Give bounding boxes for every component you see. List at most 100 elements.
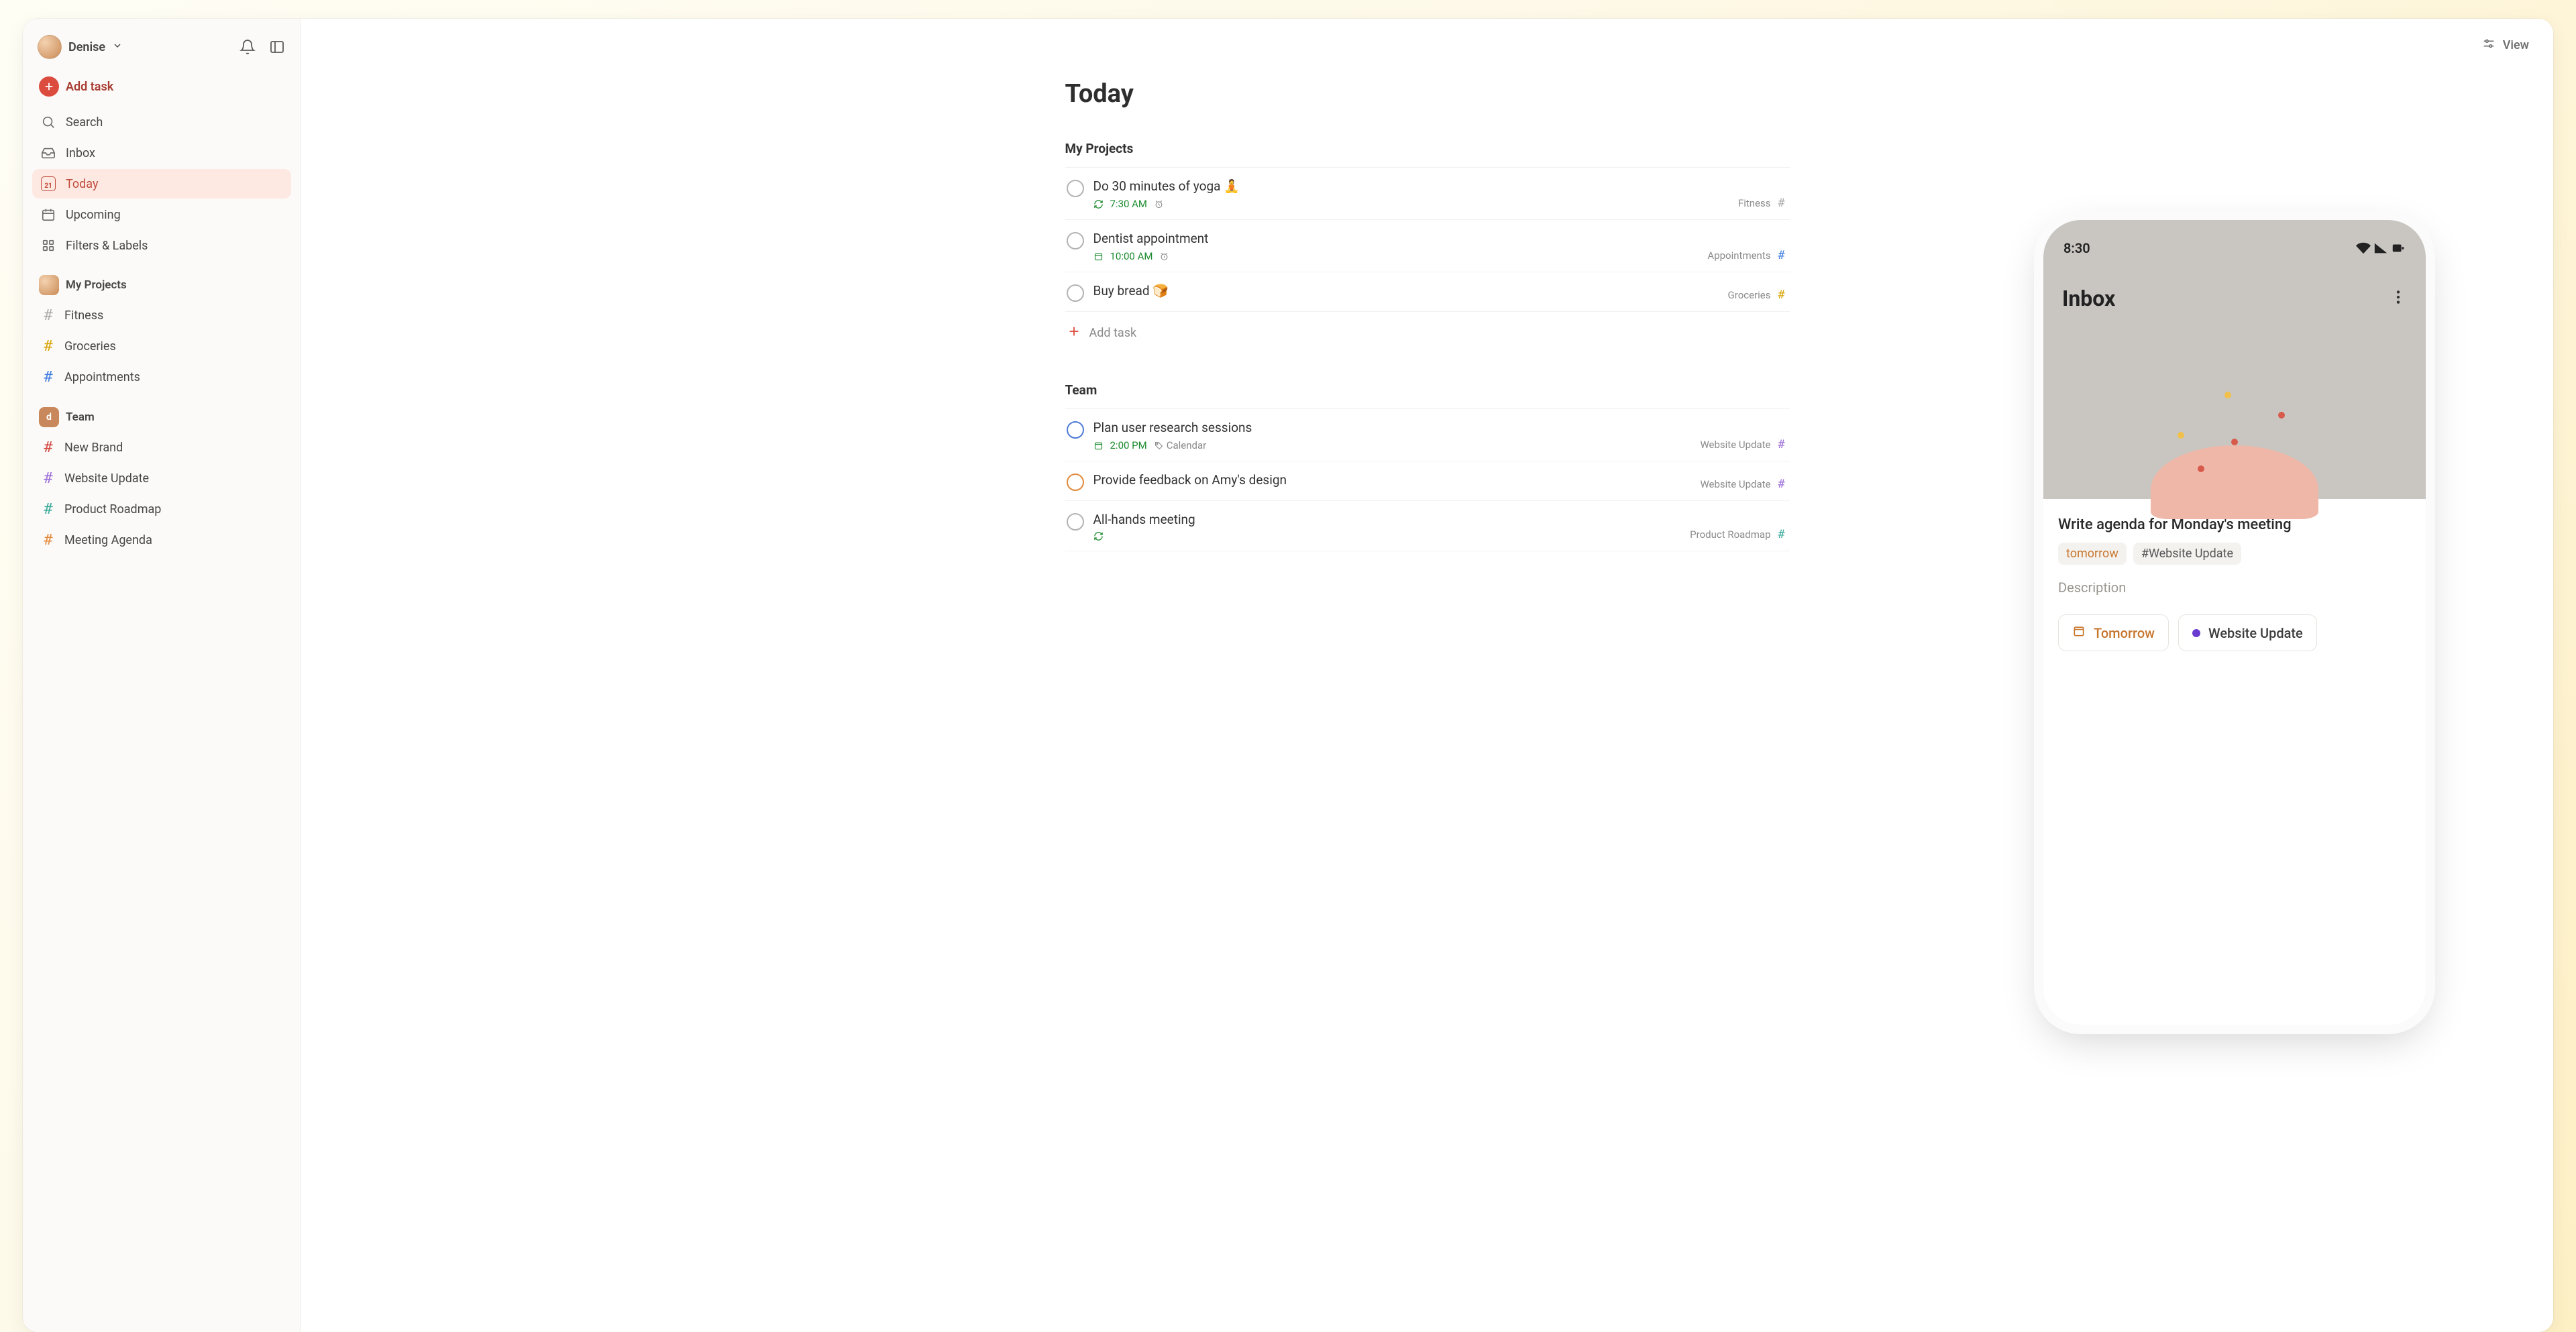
date-pill[interactable]: Tomorrow <box>2058 614 2169 651</box>
nav-label: Inbox <box>66 146 95 160</box>
nav-label: Upcoming <box>66 208 121 222</box>
task-row[interactable]: Provide feedback on Amy's design Website… <box>1065 461 1790 501</box>
project-label: Product Roadmap <box>64 502 161 516</box>
task-project-link[interactable]: Appointments # <box>1707 249 1788 262</box>
team-avatar: d <box>39 407 59 427</box>
task-project-link[interactable]: Groceries # <box>1728 288 1788 302</box>
task-checkbox[interactable] <box>1067 180 1084 197</box>
sidebar-project-fitness[interactable]: # Fitness <box>32 300 291 331</box>
nav-label: Today <box>66 177 98 191</box>
nav-label: Search <box>66 115 103 129</box>
today-icon: 21 <box>40 176 56 192</box>
calendar-icon <box>2072 624 2086 641</box>
calendar-icon <box>1093 441 1104 451</box>
chevron-down-icon <box>112 40 123 54</box>
task-time: 2:00 PM <box>1110 439 1147 451</box>
alarm-icon <box>1154 199 1164 209</box>
project-label: Appointments <box>64 370 140 384</box>
recurring-icon <box>1093 531 1104 541</box>
task-checkbox[interactable] <box>1067 421 1084 439</box>
hash-icon: # <box>42 307 55 324</box>
hash-icon: # <box>1775 438 1788 451</box>
sidebar-project-appointments[interactable]: # Appointments <box>32 362 291 392</box>
grid-icon <box>40 237 56 254</box>
hash-icon: # <box>1775 478 1788 491</box>
project-chip[interactable]: #Website Update <box>2133 543 2241 565</box>
date-chip[interactable]: tomorrow <box>2058 543 2127 565</box>
task-title: All-hands meeting <box>1093 512 1788 527</box>
task-title: Buy bread 🍞 <box>1093 283 1788 298</box>
page-title: Today <box>1065 59 1790 125</box>
task-row[interactable]: Dentist appointment 10:00 AM Appointment… <box>1065 220 1790 272</box>
task-title: Plan user research sessions <box>1093 420 1788 435</box>
tag-icon <box>1154 441 1164 451</box>
nav-filters[interactable]: Filters & Labels <box>32 231 291 260</box>
sidebar-project-groceries[interactable]: # Groceries <box>32 331 291 362</box>
sliders-icon <box>2481 36 2496 54</box>
description-placeholder[interactable]: Description <box>2058 579 2411 596</box>
more-icon[interactable] <box>2390 288 2407 309</box>
task-row[interactable]: Do 30 minutes of yoga 🧘 7:30 AM Fitness … <box>1065 168 1790 220</box>
task-checkbox[interactable] <box>1067 232 1084 249</box>
nav-search[interactable]: Search <box>32 107 291 137</box>
view-button[interactable]: View <box>2481 36 2529 54</box>
hash-icon: # <box>1775 249 1788 262</box>
nav-inbox[interactable]: Inbox <box>32 138 291 168</box>
plus-circle-icon <box>39 76 59 97</box>
sidebar-section-team[interactable]: d Team <box>32 392 291 433</box>
task-label: Calendar <box>1167 439 1207 451</box>
hash-icon: # <box>1775 528 1788 541</box>
sidebar-project-meeting-agenda[interactable]: # Meeting Agenda <box>32 525 291 555</box>
task-title: Provide feedback on Amy's design <box>1093 472 1788 488</box>
nav-label: Filters & Labels <box>66 239 148 253</box>
hash-icon: # <box>1775 288 1788 302</box>
task-checkbox[interactable] <box>1067 474 1084 491</box>
sidebar-project-new-brand[interactable]: # New Brand <box>32 433 291 463</box>
project-label: Fitness <box>64 309 103 323</box>
task-row[interactable]: Plan user research sessions 2:00 PM Cale… <box>1065 409 1790 461</box>
task-project-link[interactable]: Website Update # <box>1700 438 1788 451</box>
project-label: Website Update <box>64 471 149 486</box>
add-task-button[interactable]: Add task <box>32 71 291 102</box>
task-title: Do 30 minutes of yoga 🧘 <box>1093 178 1788 194</box>
phone-mockup: 8:30 Inbox <box>2043 220 2426 1025</box>
search-icon <box>40 114 56 130</box>
hash-icon: # <box>42 369 55 386</box>
project-pill[interactable]: Website Update <box>2178 614 2317 651</box>
calendar-icon <box>40 207 56 223</box>
notifications-icon[interactable] <box>239 38 256 56</box>
hash-icon: # <box>42 501 55 518</box>
task-project-link[interactable]: Product Roadmap # <box>1690 528 1788 541</box>
task-checkbox[interactable] <box>1067 513 1084 531</box>
add-task-label: Add task <box>66 80 113 94</box>
hash-icon: # <box>42 532 55 549</box>
nav-upcoming[interactable]: Upcoming <box>32 200 291 229</box>
task-checkbox[interactable] <box>1067 284 1084 302</box>
nav-today[interactable]: 21 Today <box>32 169 291 199</box>
task-row[interactable]: All-hands meeting Product Roadmap # <box>1065 501 1790 551</box>
project-label: New Brand <box>64 441 123 455</box>
task-time: 7:30 AM <box>1110 198 1148 210</box>
task-time: 10:00 AM <box>1110 250 1153 262</box>
phone-clock: 8:30 <box>2063 240 2090 256</box>
phone-inbox-title: Inbox <box>2062 286 2115 311</box>
hash-icon: # <box>42 338 55 355</box>
hash-icon: # <box>42 470 55 487</box>
sidebar-project-product-roadmap[interactable]: # Product Roadmap <box>32 494 291 524</box>
project-label: Groceries <box>64 339 116 353</box>
avatar <box>39 275 59 295</box>
user-menu[interactable]: Denise <box>38 35 123 59</box>
calendar-icon <box>1093 252 1104 262</box>
task-project-link[interactable]: Website Update # <box>1700 478 1788 491</box>
inbox-illustration <box>2137 385 2332 519</box>
sidebar-section-my-projects[interactable]: My Projects <box>32 260 291 300</box>
add-task-inline[interactable]: Add task <box>1065 312 1790 350</box>
sidebar-toggle-icon[interactable] <box>268 38 286 56</box>
sidebar-project-website-update[interactable]: # Website Update <box>32 463 291 494</box>
task-row[interactable]: Buy bread 🍞 Groceries # <box>1065 272 1790 312</box>
task-project-link[interactable]: Fitness # <box>1738 197 1788 210</box>
project-label: Meeting Agenda <box>64 533 152 547</box>
quick-add-sheet: Write agenda for Monday's meeting tomorr… <box>2043 499 2426 665</box>
task-title: Dentist appointment <box>1093 231 1788 246</box>
group-heading-my-projects: My Projects <box>1065 125 1790 159</box>
